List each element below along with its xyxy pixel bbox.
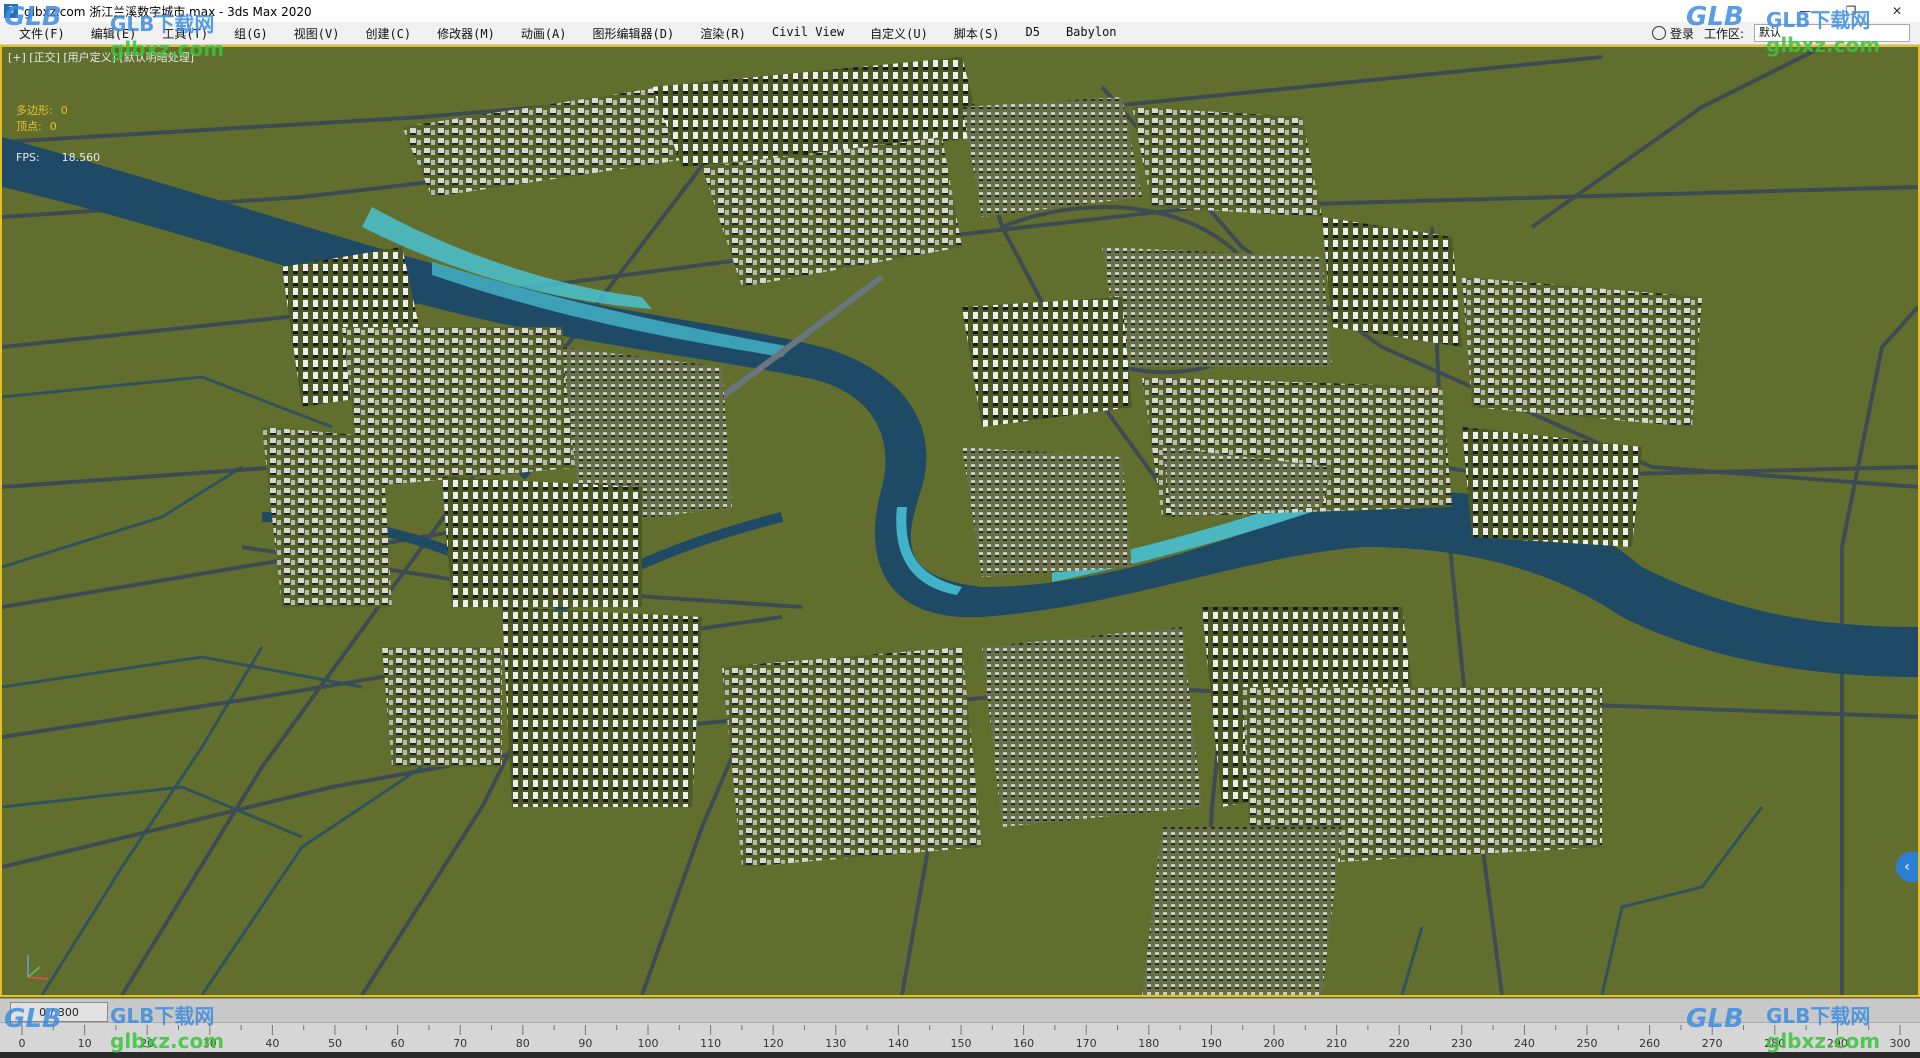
track-tick-label: 230 — [1451, 1037, 1472, 1050]
track-tick-label: 20 — [140, 1037, 154, 1050]
menu-civil-view[interactable]: Civil View — [759, 25, 857, 42]
login-button[interactable]: 登录 — [1651, 25, 1694, 42]
track-tick-label: 190 — [1201, 1037, 1222, 1050]
track-tick-label: 260 — [1639, 1037, 1660, 1050]
track-tick-label: 80 — [516, 1037, 530, 1050]
polygons-label: 多边形: — [16, 104, 53, 117]
menu-tools[interactable]: 工具(T) — [149, 25, 221, 42]
title-bar: 3 glbxz.com 浙江兰溪数字城市.max - 3ds Max 2020 … — [0, 0, 1920, 23]
menu-babylon[interactable]: Babylon — [1053, 25, 1130, 42]
time-slider[interactable]: 0 / 300 — [0, 998, 1920, 1023]
fps-value: 18.560 — [61, 151, 101, 164]
track-tick-label: 160 — [1013, 1037, 1034, 1050]
track-tick-label: 130 — [825, 1037, 846, 1050]
perspective-viewport[interactable]: [+] [正交] [用户定义] [默认明暗处理] 多边形: 0 顶点: 0 FP… — [0, 45, 1920, 997]
workspace-select[interactable]: 默认 — [1754, 24, 1910, 42]
track-tick-label: 50 — [328, 1037, 342, 1050]
track-tick-label: 90 — [578, 1037, 592, 1050]
viewport-stats: 多边形: 0 顶点: 0 — [16, 103, 68, 135]
track-ruler: 0 10 20 30 40 50 60 70 80 90 100 110 120 130 140 150 160… — [19, 1025, 1911, 1050]
menu-animation[interactable]: 动画(A) — [508, 25, 580, 42]
user-icon — [1651, 26, 1666, 40]
menu-file[interactable]: 文件(F) — [6, 25, 78, 42]
track-tick-label: 30 — [203, 1037, 217, 1050]
track-tick-label: 210 — [1326, 1037, 1347, 1050]
vertices-value: 0 — [49, 120, 57, 133]
track-tick-label: 120 — [763, 1037, 784, 1050]
current-frame: 0 — [39, 1005, 47, 1019]
track-tick-label: 290 — [1827, 1037, 1848, 1050]
app-icon: 3 — [4, 4, 18, 18]
frame-separator: / — [50, 1005, 54, 1019]
track-tick-label: 250 — [1577, 1037, 1598, 1050]
axis-gizmo-icon — [27, 955, 49, 980]
track-tick-label: 40 — [265, 1037, 279, 1050]
window-controls: — ❐ ✕ — [1782, 0, 1920, 22]
close-button[interactable]: ✕ — [1874, 0, 1920, 22]
track-tick-label: 100 — [638, 1037, 659, 1050]
track-tick-label: 280 — [1764, 1037, 1785, 1050]
fps-counter: FPS: 18.560 — [16, 151, 100, 164]
menu-modifiers[interactable]: 修改器(M) — [424, 25, 508, 42]
track-bar[interactable]: 0 10 20 30 40 50 60 70 80 90 100 110 120 130 140 150 160… — [0, 1022, 1920, 1053]
menu-graph-editors[interactable]: 图形编辑器(D) — [580, 25, 688, 42]
track-tick-label: 10 — [78, 1037, 92, 1050]
menu-d5[interactable]: D5 — [1013, 25, 1053, 42]
track-tick-label: 140 — [888, 1037, 909, 1050]
track-tick-label: 170 — [1076, 1037, 1097, 1050]
polygons-value: 0 — [60, 104, 68, 117]
city-scene — [2, 47, 1918, 995]
track-tick-label: 150 — [951, 1037, 972, 1050]
window-title: glbxz.com 浙江兰溪数字城市.max - 3ds Max 2020 — [24, 4, 312, 19]
track-tick-label: 220 — [1389, 1037, 1410, 1050]
menu-rendering[interactable]: 渲染(R) — [687, 25, 759, 42]
time-slider-knob[interactable]: 0 / 300 — [10, 1002, 108, 1022]
menu-customize[interactable]: 自定义(U) — [857, 25, 941, 42]
track-tick-label: 70 — [453, 1037, 467, 1050]
fps-label: FPS: — [16, 151, 40, 164]
total-frames: 300 — [57, 1005, 79, 1019]
menu-scripting[interactable]: 脚本(S) — [941, 25, 1013, 42]
viewport-label[interactable]: [+] [正交] [用户定义] [默认明暗处理] — [8, 49, 194, 65]
menu-bar: 文件(F) 编辑(E) 工具(T) 组(G) 视图(V) 创建(C) 修改器(M… — [0, 22, 1920, 45]
status-strip — [0, 1052, 1920, 1058]
track-tick-label: 270 — [1702, 1037, 1723, 1050]
menu-group[interactable]: 组(G) — [221, 25, 281, 42]
menu-edit[interactable]: 编辑(E) — [78, 25, 150, 42]
vertices-label: 顶点: — [16, 120, 42, 133]
track-tick-label: 180 — [1138, 1037, 1159, 1050]
track-tick-label: 240 — [1514, 1037, 1535, 1050]
workspace-label: 工作区: — [1703, 26, 1744, 41]
track-tick-label: 60 — [391, 1037, 405, 1050]
menu-view[interactable]: 视图(V) — [281, 25, 353, 42]
track-tick-label: 0 — [19, 1037, 26, 1050]
login-label: 登录 — [1669, 26, 1694, 41]
track-tick-label: 110 — [700, 1037, 721, 1050]
maximize-button[interactable]: ❐ — [1828, 0, 1874, 22]
minimize-button[interactable]: — — [1782, 0, 1828, 22]
track-tick-label: 300 — [1890, 1037, 1911, 1050]
menu-create[interactable]: 创建(C) — [352, 25, 424, 42]
track-tick-label: 200 — [1264, 1037, 1285, 1050]
chevron-left-icon[interactable]: ‹ — [1896, 852, 1918, 882]
